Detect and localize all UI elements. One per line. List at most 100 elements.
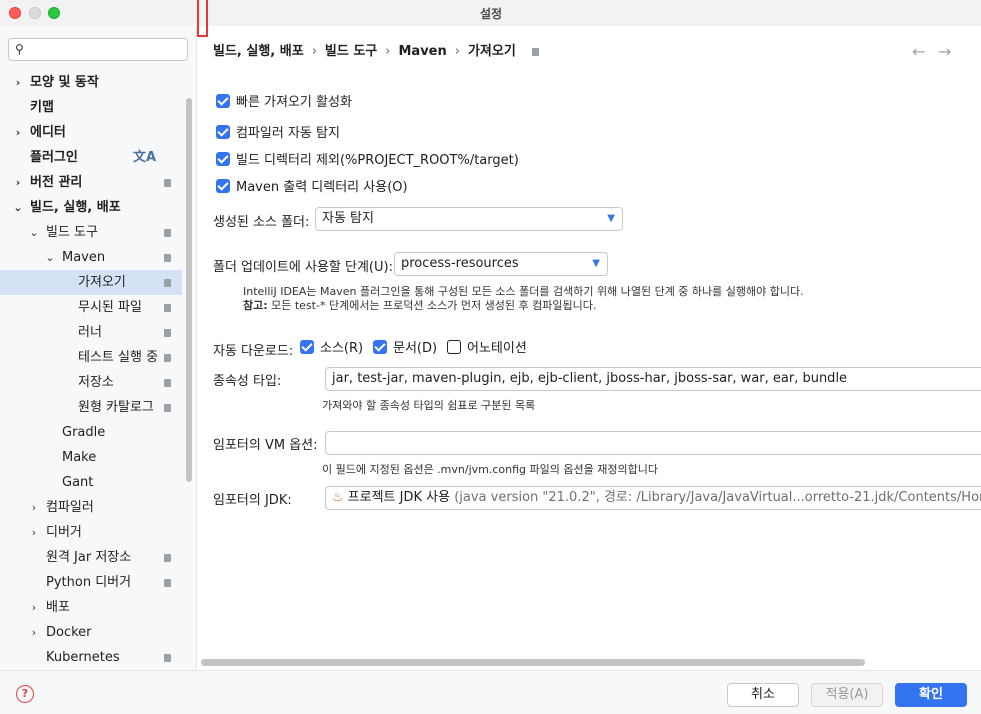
sidebar-item-label: 러너 bbox=[78, 325, 102, 340]
sidebar-item[interactable]: Make bbox=[0, 445, 182, 470]
chevron-right-icon[interactable]: › bbox=[28, 595, 40, 620]
sidebar-item[interactable]: 키맵 bbox=[0, 95, 182, 120]
project-level-icon bbox=[164, 354, 171, 362]
sidebar-item[interactable]: Gant bbox=[0, 470, 182, 495]
project-level-icon bbox=[164, 404, 171, 412]
generated-sources-label: 생성된 소스 폴더: bbox=[213, 215, 310, 230]
sidebar-item[interactable]: › Docker bbox=[0, 620, 182, 645]
project-level-icon bbox=[164, 304, 171, 312]
breadcrumb-item[interactable]: 빌드 도구 bbox=[325, 44, 377, 59]
dependency-types-input[interactable]: jar, test-jar, maven-plugin, ejb, ejb-cl… bbox=[325, 367, 981, 391]
search-icon: ⚲ bbox=[15, 42, 24, 56]
sidebar-item[interactable]: Gradle bbox=[0, 420, 182, 445]
sidebar-item[interactable]: ⌄ Maven bbox=[0, 245, 182, 270]
download-annotations-checkbox[interactable]: 어노테이션 bbox=[447, 340, 527, 358]
checkbox-checked-icon bbox=[373, 340, 387, 354]
sidebar-item[interactable]: ⌄ 빌드, 실행, 배포 bbox=[0, 195, 182, 220]
content-horizontal-scrollbar[interactable] bbox=[201, 659, 865, 666]
chevron-right-icon[interactable]: › bbox=[28, 620, 40, 645]
auto-download-label: 자동 다운로드: bbox=[213, 344, 294, 359]
project-level-icon bbox=[164, 279, 171, 287]
detect-compiler-checkbox[interactable]: 컴파일러 자동 탐지 bbox=[216, 125, 340, 143]
chevron-down-icon: ▼ bbox=[592, 258, 600, 269]
sidebar-item[interactable]: › 컴파일러 bbox=[0, 495, 182, 520]
checkbox-label: 문서(D) bbox=[393, 341, 438, 356]
sidebar-item-label: Kubernetes bbox=[46, 650, 120, 665]
sidebar-item[interactable]: 원격 Jar 저장소 bbox=[0, 545, 182, 570]
sidebar-item-label: 모양 및 동작 bbox=[30, 75, 99, 90]
translate-icon: 文A bbox=[132, 150, 156, 165]
breadcrumb-item[interactable]: 빌드, 실행, 배포 bbox=[213, 44, 304, 59]
sidebar-item-label: 무시된 파일 bbox=[78, 300, 142, 315]
dialog-footer: ? 취소 적용(A) 확인 bbox=[0, 670, 981, 714]
chevron-right-icon[interactable]: › bbox=[28, 520, 40, 545]
sidebar-item-label: Make bbox=[62, 450, 97, 465]
chevron-right-icon[interactable]: › bbox=[12, 70, 24, 95]
sidebar-item[interactable]: 무시된 파일 bbox=[0, 295, 182, 320]
chevron-down-icon[interactable]: ⌄ bbox=[44, 245, 56, 270]
breadcrumb-item[interactable]: Maven bbox=[398, 44, 446, 59]
select-value: process-resources bbox=[401, 256, 519, 271]
sidebar-item[interactable]: Kubernetes bbox=[0, 645, 182, 670]
sidebar-item-label: 빌드, 실행, 배포 bbox=[30, 200, 121, 215]
sidebar-item[interactable]: 가져오기 bbox=[0, 270, 182, 295]
chevron-down-icon[interactable]: ⌄ bbox=[12, 195, 24, 220]
sidebar-item[interactable]: › 배포 bbox=[0, 595, 182, 620]
breadcrumb: 빌드, 실행, 배포 › 빌드 도구 › Maven › 가져오기 bbox=[213, 40, 539, 59]
back-arrow-icon[interactable]: ← bbox=[912, 42, 925, 61]
settings-tree: › 모양 및 동작 키맵 › 에디터 플러그인 文A › 버전 관리 ⌄ 빌드, 실행, 배포 ⌄ 빌드… bbox=[0, 70, 182, 670]
sidebar-item[interactable]: › 모양 및 동작 bbox=[0, 70, 182, 95]
sidebar-item[interactable]: Python 디버거 bbox=[0, 570, 182, 595]
project-level-icon bbox=[531, 47, 539, 56]
checkbox-label: 컴파일러 자동 탐지 bbox=[236, 126, 340, 141]
chevron-down-icon[interactable]: ⌄ bbox=[28, 220, 40, 245]
minimize-window-button[interactable] bbox=[29, 7, 41, 19]
checkbox-label: Maven 출력 디렉터리 사용(O) bbox=[236, 180, 408, 195]
sidebar-item-label: Docker bbox=[46, 625, 92, 640]
sidebar-item[interactable]: › 디버거 bbox=[0, 520, 182, 545]
use-maven-output-checkbox[interactable]: Maven 출력 디렉터리 사용(O) bbox=[216, 179, 408, 197]
apply-button[interactable]: 적용(A) bbox=[811, 683, 883, 707]
fast-import-checkbox[interactable]: 빠른 가져오기 활성화 bbox=[216, 94, 352, 112]
sidebar-item[interactable]: ⌄ 빌드 도구 bbox=[0, 220, 182, 245]
chevron-right-icon[interactable]: › bbox=[12, 170, 24, 195]
download-sources-checkbox[interactable]: 소스(R) bbox=[300, 340, 363, 358]
ok-button[interactable]: 확인 bbox=[895, 683, 967, 707]
exclude-build-dir-checkbox[interactable]: 빌드 디렉터리 제외(%PROJECT_ROOT%/target) bbox=[216, 152, 519, 170]
select-value: 자동 탐지 bbox=[322, 211, 374, 226]
vm-options-label: 임포터의 VM 옵션: bbox=[213, 438, 318, 453]
cancel-button[interactable]: 취소 bbox=[727, 683, 799, 707]
sidebar-item-label: 원격 Jar 저장소 bbox=[46, 550, 132, 565]
phase-select[interactable]: process-resources ▼ bbox=[394, 252, 608, 276]
project-level-icon bbox=[164, 229, 171, 237]
checkbox-checked-icon bbox=[216, 152, 230, 166]
phase-note: 참고: 모든 test-* 단계에서는 프로덕션 소스가 먼저 생성된 후 컴파… bbox=[243, 298, 596, 313]
chevron-right-icon[interactable]: › bbox=[28, 495, 40, 520]
chevron-right-icon[interactable]: › bbox=[12, 120, 24, 145]
zoom-window-button[interactable] bbox=[48, 7, 60, 19]
sidebar-item[interactable]: 원형 카탈로그 bbox=[0, 395, 182, 420]
breadcrumb-separator: › bbox=[454, 44, 460, 59]
sidebar-item[interactable]: 플러그인 文A bbox=[0, 145, 182, 170]
sidebar-item[interactable]: › 버전 관리 bbox=[0, 170, 182, 195]
jdk-select[interactable]: ♨ 프로젝트 JDK 사용 (java version "21.0.2", 경로:… bbox=[325, 486, 981, 510]
forward-arrow-icon[interactable]: → bbox=[938, 42, 951, 61]
vm-options-input[interactable] bbox=[325, 431, 981, 455]
close-window-button[interactable] bbox=[9, 7, 21, 19]
breadcrumb-separator: › bbox=[385, 44, 391, 59]
sidebar-item-label: 에디터 bbox=[30, 125, 66, 140]
checkbox-label: 빠른 가져오기 활성화 bbox=[236, 95, 352, 110]
sidebar-scrollbar[interactable] bbox=[186, 98, 192, 482]
checkbox-checked-icon bbox=[216, 94, 230, 108]
search-input[interactable]: ⚲ bbox=[8, 38, 188, 61]
help-icon[interactable]: ? bbox=[16, 685, 34, 703]
sidebar-item[interactable]: 저장소 bbox=[0, 370, 182, 395]
title-bar: 설정 bbox=[0, 0, 981, 26]
phase-hint: IntelliJ IDEA는 Maven 플러그인을 통해 구성된 모든 소스 … bbox=[243, 285, 804, 298]
sidebar-item[interactable]: 테스트 실행 중 bbox=[0, 345, 182, 370]
sidebar-item[interactable]: › 에디터 bbox=[0, 120, 182, 145]
download-docs-checkbox[interactable]: 문서(D) bbox=[373, 340, 437, 358]
sidebar-item[interactable]: 러너 bbox=[0, 320, 182, 345]
generated-sources-select[interactable]: 자동 탐지 ▼ bbox=[315, 207, 623, 231]
checkbox-checked-icon bbox=[300, 340, 314, 354]
